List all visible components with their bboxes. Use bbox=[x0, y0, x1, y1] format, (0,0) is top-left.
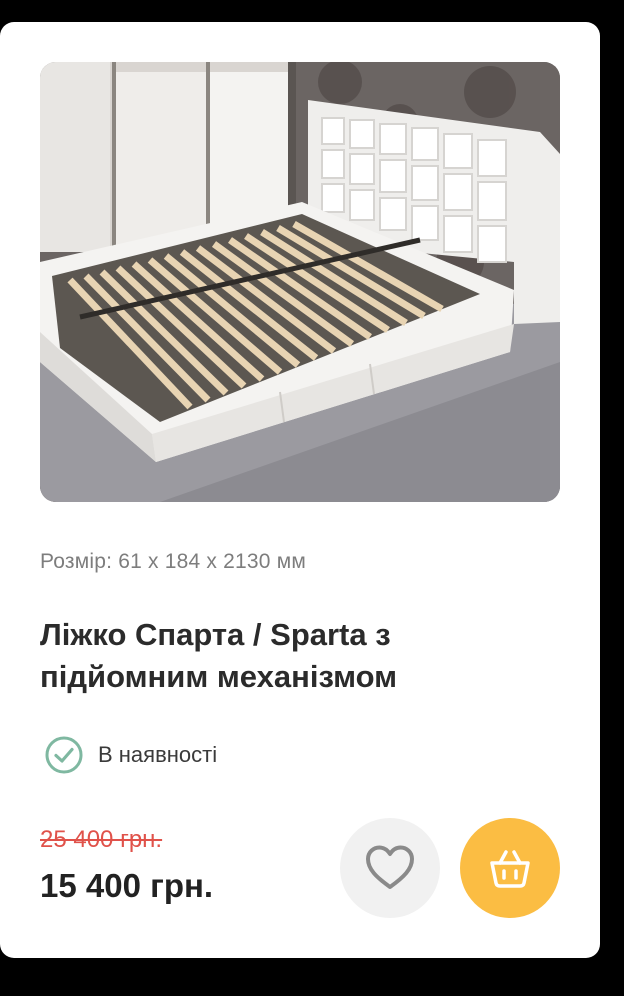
basket-icon bbox=[488, 847, 532, 889]
add-to-favorites-button[interactable] bbox=[340, 818, 440, 918]
product-title[interactable]: Ліжко Спарта / Sparta з підйомним механі… bbox=[40, 614, 540, 698]
add-to-cart-button[interactable] bbox=[460, 818, 560, 918]
stock-status: В наявності bbox=[44, 735, 217, 775]
current-price: 15 400 грн. bbox=[40, 867, 214, 904]
product-image[interactable] bbox=[40, 62, 560, 502]
stock-status-label: В наявності bbox=[98, 742, 218, 767]
check-circle-icon bbox=[45, 736, 83, 774]
product-card: Розмір: 61 x 184 x 2130 мм Ліжко Спарта … bbox=[0, 22, 600, 958]
old-price: 25 400 грн. bbox=[40, 826, 163, 853]
heart-icon bbox=[364, 844, 416, 892]
product-size: Розмір: 61 x 184 x 2130 мм bbox=[40, 550, 306, 573]
